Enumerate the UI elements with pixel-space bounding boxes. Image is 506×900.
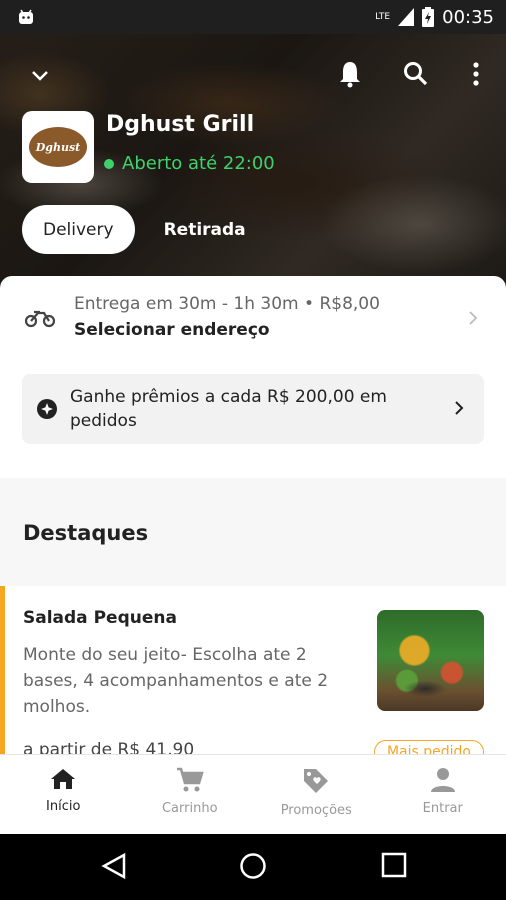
store-header: Dghust Dghust Grill Aberto até 22:00 Del… bbox=[0, 34, 506, 284]
person-icon bbox=[430, 768, 455, 792]
more-vertical-icon bbox=[473, 62, 479, 86]
order-mode-toggle: Delivery Retirada bbox=[22, 205, 267, 254]
nav-cart-label: Carrinho bbox=[161, 801, 218, 816]
search-button[interactable] bbox=[400, 58, 432, 90]
nav-promotions[interactable]: Promoções bbox=[253, 755, 380, 834]
clock: 00:35 bbox=[442, 6, 494, 28]
product-image bbox=[377, 610, 484, 711]
notifications-button[interactable] bbox=[334, 58, 366, 90]
motorcycle-icon bbox=[24, 310, 56, 328]
bottom-navigation: Início Carrinho Promoções Entrar bbox=[0, 754, 506, 834]
store-open-status: Aberto até 22:00 bbox=[104, 153, 275, 174]
nav-cart[interactable]: Carrinho bbox=[127, 755, 254, 834]
nav-login-label: Entrar bbox=[422, 801, 463, 816]
recents-icon[interactable] bbox=[381, 852, 407, 878]
more-options-button[interactable] bbox=[464, 58, 488, 90]
collapse-button[interactable] bbox=[28, 64, 52, 88]
cart-icon bbox=[176, 767, 204, 792]
search-icon bbox=[404, 62, 428, 86]
product-description: Monte do seu jeito- Escolha ate 2 bases,… bbox=[23, 645, 329, 717]
product-price: a partir de R$ 41,90 bbox=[23, 740, 195, 754]
nav-home[interactable]: Início bbox=[0, 755, 127, 834]
system-navigation-bar bbox=[0, 834, 506, 900]
product-card[interactable]: Salada Pequena Monte do seu jeito- Escol… bbox=[0, 586, 506, 754]
back-icon[interactable] bbox=[100, 852, 128, 880]
network-label: LTE bbox=[375, 12, 391, 22]
logo-text: Dghust bbox=[35, 140, 81, 154]
rewards-text: Ganhe prêmios a cada R$ 200,00 em pedido… bbox=[70, 387, 387, 431]
open-indicator-icon bbox=[104, 158, 114, 169]
select-address-label: Selecionar endereço bbox=[74, 320, 270, 340]
store-logo: Dghust bbox=[22, 111, 94, 183]
signal-icon bbox=[398, 8, 415, 26]
status-bar: LTE 00:35 bbox=[0, 0, 506, 34]
delivery-tab[interactable]: Delivery bbox=[22, 205, 135, 254]
rewards-banner[interactable]: Ganhe prêmios a cada R$ 200,00 em pedido… bbox=[22, 374, 484, 444]
highlight-accent-bar bbox=[0, 586, 5, 754]
pickup-tab[interactable]: Retirada bbox=[143, 205, 267, 254]
store-content: Entrega em 30m - 1h 30m • R$8,00 Selecio… bbox=[0, 276, 506, 754]
store-name: Dghust Grill bbox=[106, 112, 255, 137]
delivery-info: Entrega em 30m - 1h 30m • R$8,00 bbox=[74, 294, 380, 314]
home-icon bbox=[51, 769, 76, 789]
battery-icon bbox=[422, 7, 435, 27]
sparkle-badge-icon bbox=[37, 399, 57, 419]
bell-icon bbox=[340, 62, 360, 88]
nav-home-label: Início bbox=[46, 799, 81, 814]
delivery-address-row[interactable]: Entrega em 30m - 1h 30m • R$8,00 Selecio… bbox=[0, 290, 506, 348]
product-name: Salada Pequena bbox=[23, 608, 177, 628]
chevron-down-icon bbox=[32, 71, 48, 81]
most-ordered-badge: Mais pedido bbox=[373, 740, 484, 754]
home-button-icon[interactable] bbox=[239, 852, 267, 880]
android-icon bbox=[19, 9, 33, 24]
store-status-text: Aberto até 22:00 bbox=[122, 153, 275, 174]
chevron-right-icon bbox=[455, 401, 464, 415]
nav-promotions-label: Promoções bbox=[280, 803, 352, 818]
chevron-right-icon bbox=[469, 311, 478, 325]
tag-heart-icon bbox=[304, 769, 329, 793]
highlights-title: Destaques bbox=[23, 521, 149, 545]
nav-login[interactable]: Entrar bbox=[380, 755, 506, 834]
